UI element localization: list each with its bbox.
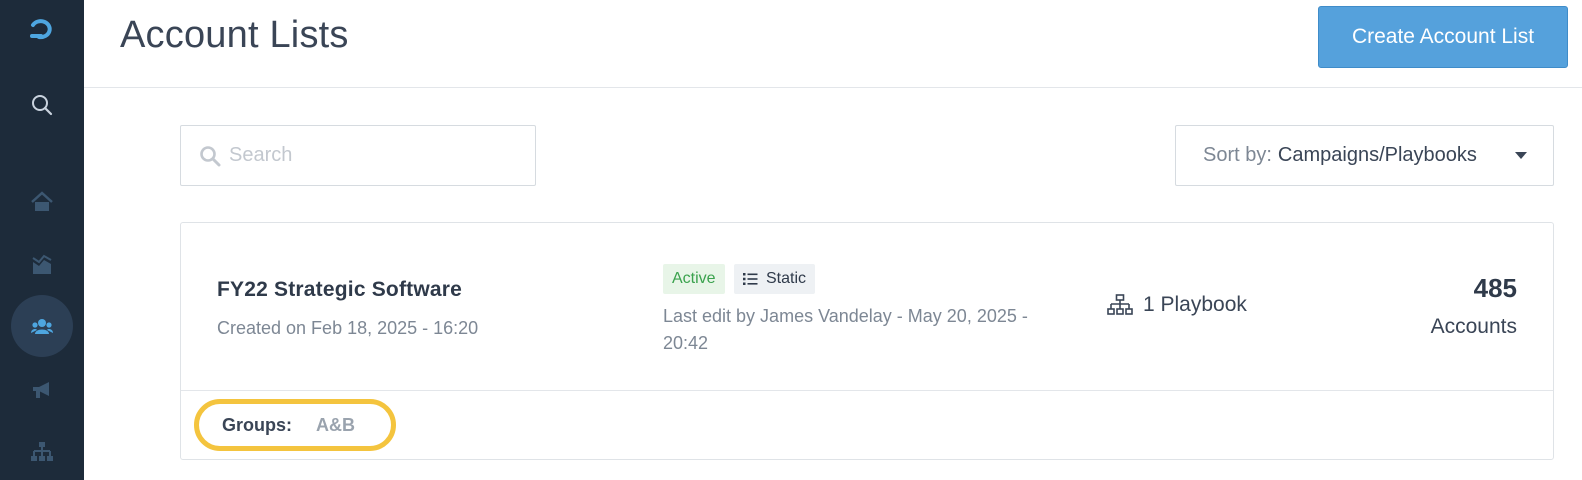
app-logo[interactable] xyxy=(0,6,84,54)
last-edit: Last edit by James Vandelay - May 20, 20… xyxy=(663,306,1028,353)
hierarchy-icon xyxy=(1107,294,1133,315)
megaphone-icon xyxy=(33,382,49,398)
sidebar-item-search[interactable] xyxy=(0,81,84,129)
analytics-icon xyxy=(32,254,52,274)
type-label: Static xyxy=(766,270,807,287)
hierarchy-icon xyxy=(31,442,53,461)
sidebar-item-campaigns[interactable] xyxy=(0,366,84,414)
page-header: Account Lists Create Account List xyxy=(84,0,1582,88)
home-icon xyxy=(31,191,53,211)
sort-value: Campaigns/Playbooks xyxy=(1277,144,1477,166)
sidebar-item-home[interactable] xyxy=(0,178,84,226)
sidebar xyxy=(0,0,84,480)
create-account-list-button[interactable]: Create Account List xyxy=(1318,6,1568,68)
users-icon xyxy=(31,319,53,334)
logo-icon xyxy=(30,19,52,40)
playbook-count: 1 Playbook xyxy=(1143,293,1247,316)
playbook-link[interactable]: 1 Playbook xyxy=(1107,293,1247,317)
search-icon xyxy=(200,145,221,166)
list-name[interactable]: FY22 Strategic Software xyxy=(217,278,462,302)
card-main: FY22 Strategic Software Created on Feb 1… xyxy=(181,223,1553,391)
sort-label: Sort by: xyxy=(1203,144,1272,166)
groups-highlight: Groups: A&B xyxy=(194,399,396,451)
sort-dropdown[interactable]: Sort by: Campaigns/Playbooks xyxy=(1175,125,1554,186)
accounts-label: Accounts xyxy=(1430,315,1517,338)
groups-value[interactable]: A&B xyxy=(316,415,355,436)
search-input[interactable] xyxy=(229,144,509,167)
created-date: Created on Feb 18, 2025 - 16:20 xyxy=(217,318,479,338)
accounts-count: 485 xyxy=(1473,273,1517,303)
search-box[interactable] xyxy=(180,125,536,186)
sidebar-item-analytics[interactable] xyxy=(0,240,84,288)
account-list-card[interactable]: FY22 Strategic Software Created on Feb 1… xyxy=(180,222,1554,460)
status-badge: Active xyxy=(663,264,725,294)
chevron-down-icon xyxy=(1515,152,1527,159)
list-icon xyxy=(743,273,758,285)
groups-label: Groups: xyxy=(222,414,292,435)
type-badge: Static xyxy=(734,264,816,294)
sidebar-item-hierarchy[interactable] xyxy=(0,428,84,476)
sidebar-item-users[interactable] xyxy=(0,295,84,357)
page-title: Account Lists xyxy=(120,14,349,56)
active-indicator xyxy=(11,295,73,357)
search-icon xyxy=(32,95,53,116)
